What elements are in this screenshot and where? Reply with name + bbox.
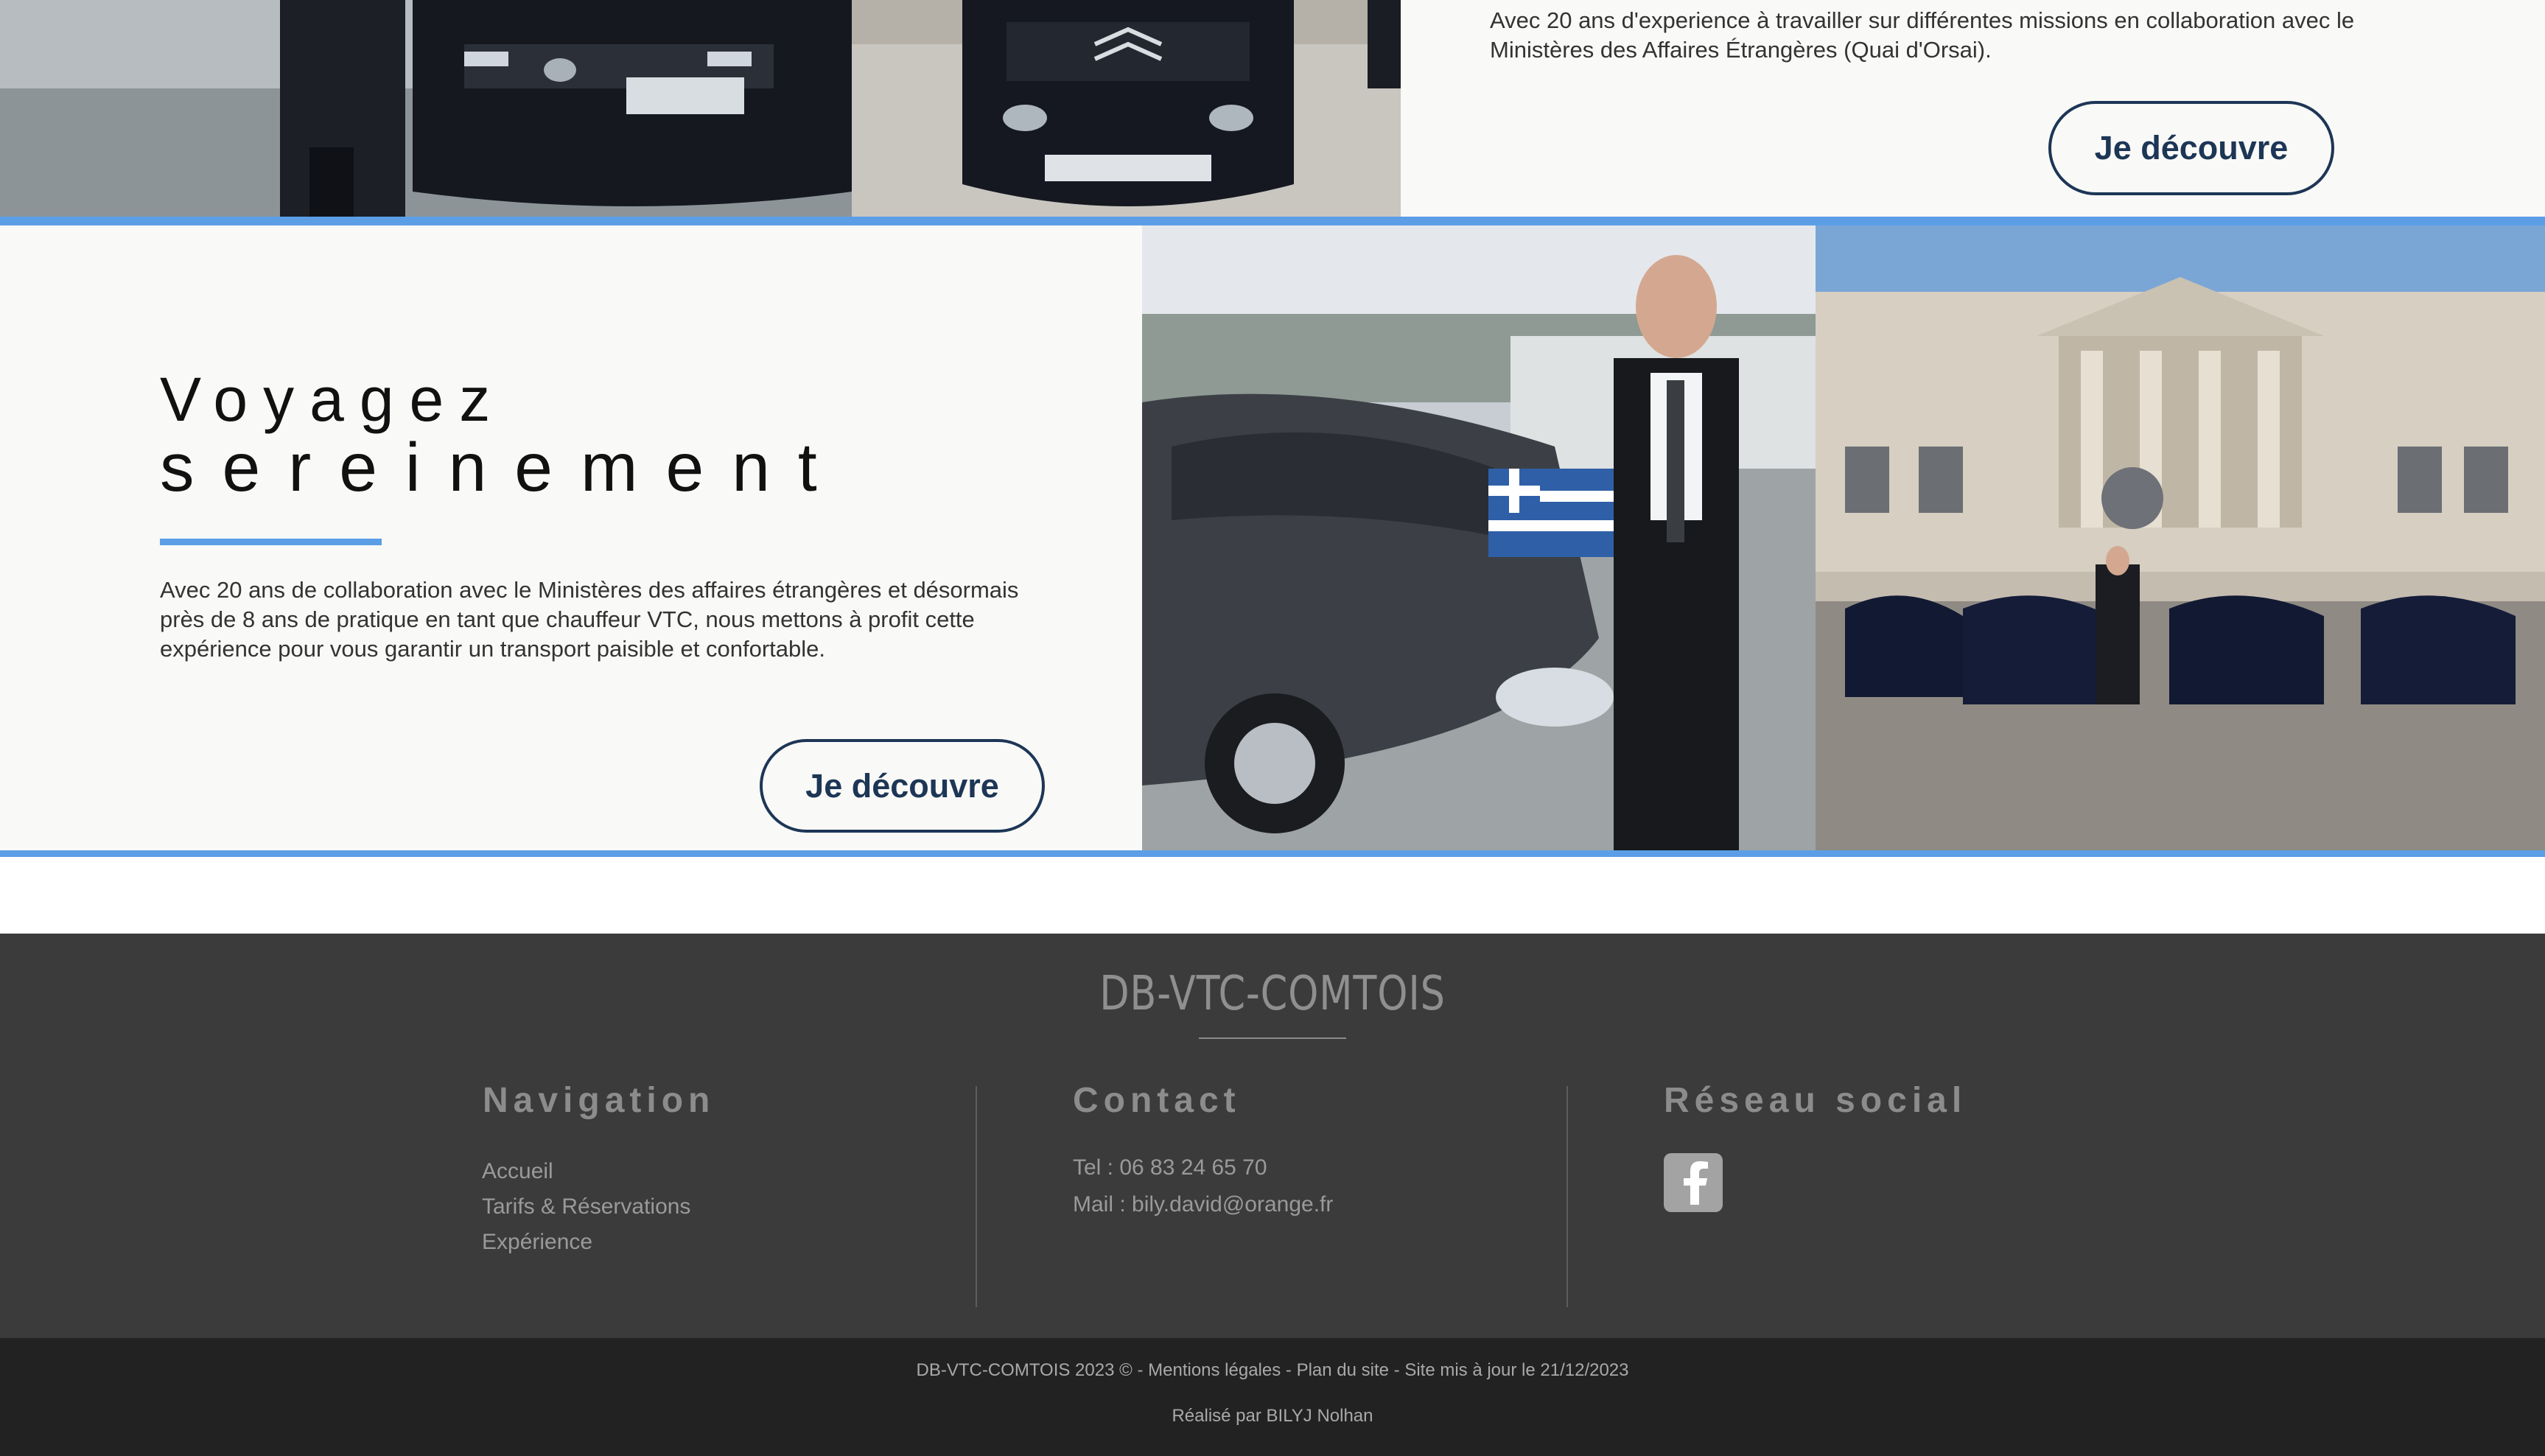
footer-link-tarifs[interactable]: Tarifs & Réservations: [482, 1189, 690, 1225]
travel-serenely-text: Avec 20 ans de collaboration avec le Min…: [160, 577, 1019, 662]
facebook-icon[interactable]: [1664, 1153, 1723, 1212]
contact-email[interactable]: Mail : bily.david@orange.fr: [1073, 1186, 1333, 1223]
section-title-line2: sereinement: [160, 429, 845, 505]
sitemap-link[interactable]: Plan du site: [1297, 1360, 1389, 1380]
social-heading: Réseau social: [1664, 1081, 1967, 1120]
legal-line: DB-VTC-COMTOIS 2023 © - Mentions légales…: [916, 1360, 1629, 1380]
contact-heading: Contact: [1073, 1081, 1241, 1120]
legal-notice-link[interactable]: Mentions légales: [1148, 1360, 1281, 1380]
discover-button-top[interactable]: Je découvre: [2048, 101, 2334, 195]
title-underline: [160, 539, 382, 545]
footer-nav-list: Accueil Tarifs & Réservations Expérience: [482, 1154, 690, 1260]
driver-with-flag-photo: [1142, 225, 1816, 850]
contact-details: Tel : 06 83 24 65 70 Mail : bily.david@o…: [1073, 1149, 1333, 1223]
navigation-heading: Navigation: [483, 1081, 715, 1120]
bottom-bar: [0, 1338, 2545, 1456]
footer-column-divider: [1566, 1086, 1568, 1307]
section-divider-top: [0, 217, 2545, 225]
credit-text: Réalisé par BILYJ Nolhan: [1172, 1406, 1373, 1426]
last-updated-text: Site mis à jour le 21/12/2023: [1404, 1360, 1629, 1380]
experience-intro-text: Avec 20 ans d'experience à travailler su…: [1490, 7, 2355, 63]
chauffeur-car-photo: [0, 0, 852, 217]
copyright-text: DB-VTC-COMTOIS 2023 ©: [916, 1360, 1133, 1380]
footer-column-divider: [976, 1086, 977, 1307]
section-title-line1: Voyagez: [160, 365, 506, 434]
spacer: [0, 857, 2545, 934]
discover-button-mid[interactable]: Je découvre: [760, 739, 1045, 833]
citroen-car-photo: [852, 0, 1401, 217]
footer-link-experience[interactable]: Expérience: [482, 1225, 690, 1260]
official-cars-palace-photo: [1816, 225, 2545, 850]
brand-underline: [1199, 1037, 1346, 1039]
footer-brand: DB-VTC-COMTOIS: [1099, 967, 1446, 1021]
contact-phone[interactable]: Tel : 06 83 24 65 70: [1073, 1149, 1333, 1186]
footer-link-accueil[interactable]: Accueil: [482, 1154, 690, 1189]
